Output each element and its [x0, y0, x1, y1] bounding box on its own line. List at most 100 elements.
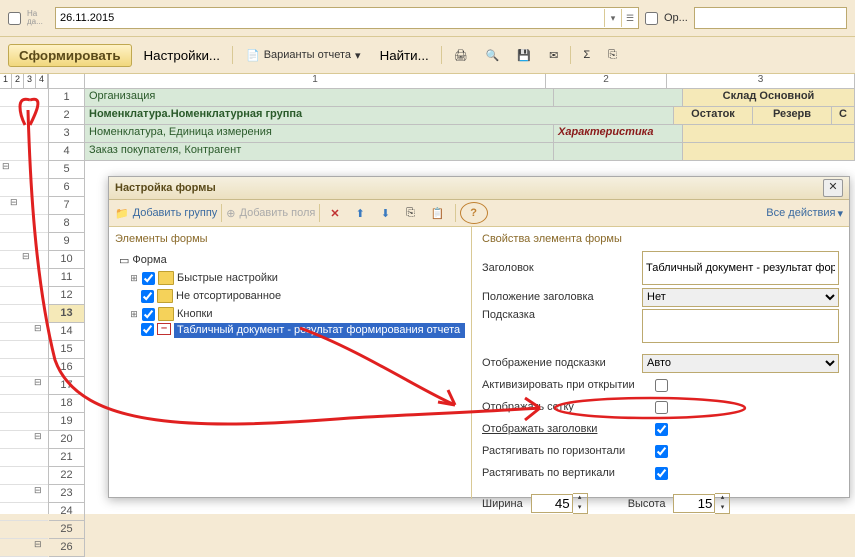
row-num[interactable]: 15	[49, 341, 85, 359]
move-up-icon[interactable]: ⬆	[350, 204, 371, 223]
spin-down-icon[interactable]: ▾	[715, 504, 729, 514]
row-num[interactable]: 19	[49, 413, 85, 431]
spin-up-icon[interactable]: ▴	[573, 494, 587, 504]
row-num[interactable]: 22	[49, 467, 85, 485]
preview-icon[interactable]: 🔍	[480, 46, 506, 65]
row-num[interactable]: 11	[49, 269, 85, 287]
settings-button[interactable]: Настройки...	[138, 45, 226, 66]
row-num[interactable]: 23	[49, 485, 85, 503]
move-down-icon[interactable]: ⬇	[375, 204, 396, 223]
cell[interactable]: Характеристика	[554, 125, 683, 142]
row-num[interactable]: 6	[49, 179, 85, 197]
outline-collapse[interactable]: ⊟	[0, 197, 18, 207]
outline-level-4[interactable]: 4	[36, 74, 48, 88]
row-num[interactable]: 3	[49, 125, 85, 143]
row-num[interactable]: 14	[49, 323, 85, 341]
cell[interactable]: Склад Основной	[683, 89, 855, 106]
cell[interactable]	[554, 89, 683, 106]
date-picker-icon[interactable]: ☰	[621, 9, 638, 27]
row-num[interactable]: 17	[49, 377, 85, 395]
row-num[interactable]: 5	[49, 161, 85, 179]
col-header-1[interactable]: 1	[85, 74, 546, 88]
row-num[interactable]: 20	[49, 431, 85, 449]
date-dropdown-icon[interactable]: ▾	[604, 9, 621, 27]
tree-item-unsorted[interactable]: Не отсортированное	[115, 287, 465, 305]
copy-icon[interactable]: ⎘	[602, 46, 623, 65]
cell[interactable]: Заказ покупателя, Контрагент	[85, 143, 554, 160]
cell[interactable]: Резерв	[753, 107, 832, 124]
save-icon[interactable]: 💾	[511, 46, 537, 65]
cell[interactable]	[683, 143, 855, 160]
help-icon[interactable]: ?	[460, 202, 488, 224]
expand-icon[interactable]: ⊞	[129, 309, 139, 320]
height-spinner[interactable]: ▴▾	[673, 493, 730, 514]
form-button[interactable]: Сформировать	[8, 44, 132, 67]
tree-item-buttons[interactable]: ⊞ Кнопки	[115, 305, 465, 323]
spin-up-icon[interactable]: ▴	[715, 494, 729, 504]
cell[interactable]: Номенклатура.Номенклатурная группа	[85, 107, 674, 124]
expand-icon[interactable]: ⊞	[129, 273, 139, 284]
row-num[interactable]: 4	[49, 143, 85, 161]
cell[interactable]	[683, 125, 855, 142]
org-input[interactable]	[695, 10, 846, 26]
width-spinner[interactable]: ▴▾	[531, 493, 588, 514]
width-input[interactable]	[531, 494, 573, 513]
stretch-v-checkbox[interactable]	[655, 467, 668, 480]
delete-icon[interactable]: ✕	[324, 204, 345, 223]
outline-collapse[interactable]: ⊟	[0, 485, 42, 495]
height-input[interactable]	[673, 494, 715, 513]
activate-checkbox[interactable]	[655, 379, 668, 392]
hint-input[interactable]	[642, 309, 839, 343]
col-header-3[interactable]: 3	[667, 74, 855, 88]
position-select[interactable]: Нет	[642, 288, 839, 307]
show-grid-checkbox[interactable]	[655, 401, 668, 414]
outline-collapse[interactable]: ⊟	[0, 431, 42, 441]
tree-checkbox[interactable]	[141, 323, 154, 336]
close-button[interactable]: ✕	[823, 179, 843, 197]
row-num[interactable]: 1	[49, 89, 85, 107]
mail-icon[interactable]: ✉	[543, 46, 564, 65]
paste-icon[interactable]: 📋	[425, 204, 451, 223]
show-headers-checkbox[interactable]	[655, 423, 668, 436]
outline-collapse[interactable]: ⊟	[0, 323, 42, 333]
row-num[interactable]: 7	[49, 197, 85, 215]
sum-icon[interactable]: Σ	[577, 46, 596, 64]
cell[interactable]: С	[832, 107, 855, 124]
cell[interactable]: Организация	[85, 89, 554, 106]
outline-level-3[interactable]: 3	[24, 74, 36, 88]
outline-collapse[interactable]: ⊟	[0, 377, 42, 387]
find-button[interactable]: Найти...	[374, 45, 435, 66]
outline-collapse[interactable]: ⊟	[0, 539, 42, 549]
tree-checkbox[interactable]	[141, 290, 154, 303]
row-num[interactable]: 24	[49, 503, 85, 521]
row-num[interactable]: 10	[49, 251, 85, 269]
tree-checkbox[interactable]	[142, 272, 155, 285]
tree-item-quick[interactable]: ⊞ Быстрые настройки	[115, 269, 465, 287]
row-num[interactable]: 8	[49, 215, 85, 233]
outline-collapse[interactable]: ⊟	[0, 161, 48, 179]
outline-collapse[interactable]: ⊟	[0, 251, 30, 261]
row-num[interactable]: 13	[49, 305, 85, 323]
cell[interactable]: Остаток	[674, 107, 753, 124]
cell[interactable]: Номенклатура, Единица измерения	[85, 125, 554, 142]
add-group-button[interactable]: Добавить группу	[133, 207, 218, 219]
na-date-checkbox[interactable]	[8, 12, 21, 25]
outline-level-2[interactable]: 2	[12, 74, 24, 88]
hint-display-select[interactable]: Авто	[642, 354, 839, 373]
cell[interactable]	[554, 143, 683, 160]
spin-down-icon[interactable]: ▾	[573, 504, 587, 514]
copy-icon[interactable]: ⎘	[400, 204, 421, 223]
print-icon[interactable]: 🖨	[448, 46, 474, 65]
date-field[interactable]: ▾ ☰	[55, 7, 639, 29]
tree-checkbox[interactable]	[142, 308, 155, 321]
row-num[interactable]: 16	[49, 359, 85, 377]
row-num[interactable]: 9	[49, 233, 85, 251]
outline-level-1[interactable]: 1	[0, 74, 12, 88]
all-actions-button[interactable]: Все действия ▾	[766, 207, 843, 220]
row-num[interactable]: 21	[49, 449, 85, 467]
col-header-2[interactable]: 2	[546, 74, 667, 88]
row-num[interactable]: 26	[49, 539, 85, 557]
stretch-h-checkbox[interactable]	[655, 445, 668, 458]
report-variants-button[interactable]: 📄 Варианты отчета ▾	[239, 46, 368, 65]
org-checkbox[interactable]	[645, 12, 658, 25]
